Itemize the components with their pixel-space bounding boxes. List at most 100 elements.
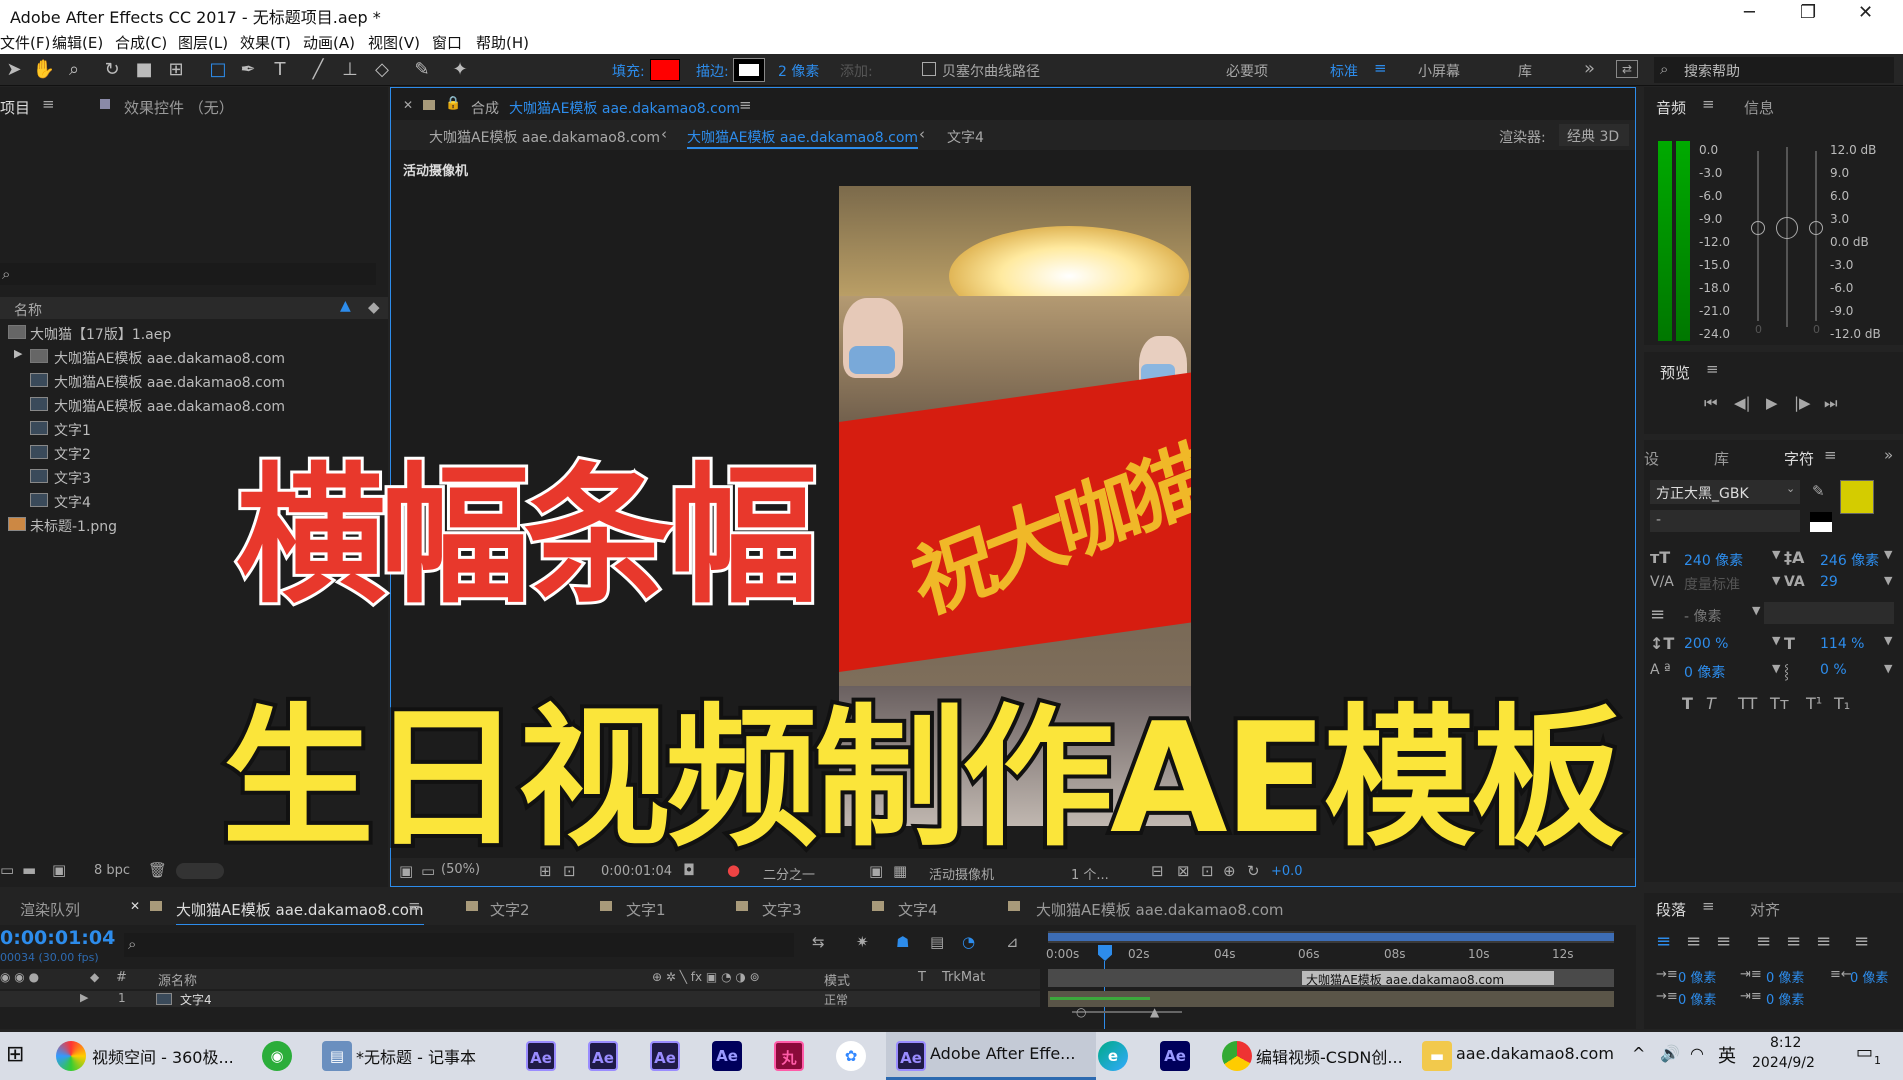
preview-menu-icon[interactable]: ≡: [1706, 360, 1719, 378]
menu-window[interactable]: 窗口: [432, 32, 462, 53]
eyedropper-icon[interactable]: ✎: [1812, 482, 1825, 500]
superscript-button[interactable]: T¹: [1806, 694, 1822, 713]
horizontal-scale-value[interactable]: 114 %: [1820, 636, 1864, 652]
menu-file[interactable]: 文件(F): [0, 32, 50, 53]
bit-depth-label[interactable]: 8 bpc: [94, 863, 130, 878]
tracking-value[interactable]: 29: [1820, 574, 1838, 590]
taskbar-item-explorer[interactable]: aae.dakamao8.com: [1456, 1044, 1614, 1063]
minimize-button[interactable]: ─: [1744, 2, 1755, 23]
app-icon[interactable]: 丸: [774, 1041, 804, 1071]
folder-icon[interactable]: ▬: [1422, 1041, 1452, 1071]
project-item[interactable]: ▶ 大咖猫AE模板 aae.dakamao8.com: [0, 345, 360, 369]
type-tool-icon[interactable]: T: [268, 58, 292, 82]
tab-audio[interactable]: 音频: [1656, 97, 1686, 118]
playhead-marker[interactable]: [1098, 945, 1112, 961]
leading-value[interactable]: 246 像素: [1820, 550, 1879, 570]
tab-preview[interactable]: 预览: [1660, 362, 1690, 383]
audio-menu-icon[interactable]: ≡: [1702, 95, 1715, 113]
justify-right-icon[interactable]: ≡: [1816, 931, 1831, 952]
tab-effect-controls[interactable]: 效果控件 （无）: [124, 97, 234, 118]
pen-tool-icon[interactable]: ✒: [236, 58, 260, 82]
workspace-small-screen[interactable]: 小屏幕: [1418, 61, 1460, 81]
layer-name[interactable]: 文字4: [180, 991, 212, 1008]
stroke-width-value[interactable]: - 像素: [1684, 606, 1722, 626]
tab-text4[interactable]: 文字4: [898, 899, 938, 920]
clone-stamp-tool-icon[interactable]: ⊥: [338, 58, 362, 82]
taskbar-item-notepad[interactable]: *无标题 - 记事本: [356, 1044, 476, 1068]
next-frame-icon[interactable]: |▶: [1794, 394, 1811, 412]
project-item[interactable]: 大咖猫AE模板 aae.dakamao8.com: [0, 393, 360, 417]
lock-icon[interactable]: 🔒: [445, 96, 461, 111]
last-frame-icon[interactable]: ⏭: [1824, 394, 1838, 412]
chevron-down-icon[interactable]: ▼: [1884, 634, 1892, 647]
crumb-item[interactable]: 大咖猫AE模板 aae.dakamao8.com: [429, 127, 660, 147]
volume-icon[interactable]: 🔊: [1660, 1044, 1680, 1063]
sync-icon[interactable]: ⇄: [1616, 60, 1638, 78]
after-effects-icon[interactable]: Ae: [588, 1041, 618, 1071]
timeline-search-input[interactable]: ⌕: [124, 933, 794, 957]
tab-text2[interactable]: 文字2: [490, 899, 530, 920]
tab-presets[interactable]: 设: [1644, 448, 1659, 469]
workspace-libraries[interactable]: 库: [1518, 61, 1532, 81]
puppet-pin-tool-icon[interactable]: ✦: [448, 58, 472, 82]
tab-render-queue[interactable]: 渲染队列: [20, 899, 80, 920]
layer-bar[interactable]: 大咖猫AE模板 aae.dakamao8.com: [1302, 971, 1554, 985]
frame-blending-icon[interactable]: ▤: [930, 933, 944, 951]
close-tab-icon[interactable]: ✕: [403, 98, 413, 112]
after-effects-icon[interactable]: Ae: [1160, 1041, 1190, 1071]
notification-icon[interactable]: ▭: [1856, 1042, 1873, 1063]
stroke-type-dropdown[interactable]: [1764, 602, 1894, 624]
subscript-button[interactable]: T₁: [1834, 694, 1850, 713]
chevron-down-icon[interactable]: ▼: [1884, 662, 1892, 675]
chevron-down-icon[interactable]: ▼: [1884, 574, 1892, 587]
menu-help[interactable]: 帮助(H): [476, 32, 529, 53]
chevron-down-icon[interactable]: ▼: [1752, 604, 1760, 617]
renderer-dropdown[interactable]: 经典 3D: [1559, 124, 1629, 146]
baseline-shift-value[interactable]: 0 像素: [1684, 662, 1725, 682]
crumb-item[interactable]: 文字4: [947, 127, 984, 147]
browser-360-icon[interactable]: [56, 1041, 86, 1071]
pan-behind-tool-icon[interactable]: ⊞: [164, 58, 188, 82]
after-effects-icon[interactable]: Ae: [650, 1041, 680, 1071]
timeline-menu-icon[interactable]: ≡: [408, 897, 421, 915]
zoom-tool-icon[interactable]: ⌕: [62, 58, 86, 82]
stroke-width-value[interactable]: 2 像素: [778, 61, 819, 81]
label-column-icon[interactable]: ◆: [368, 298, 380, 316]
ime-indicator[interactable]: 英: [1718, 1042, 1736, 1068]
selection-tool-icon[interactable]: ➤: [2, 58, 26, 82]
rotate-tool-icon[interactable]: ↻: [100, 58, 124, 82]
help-search-box[interactable]: ⌕ 搜索帮助: [1654, 57, 1894, 83]
audio-slider-knob-left[interactable]: [1751, 221, 1765, 235]
work-area-bar[interactable]: [1048, 931, 1614, 943]
after-effects-icon[interactable]: Ae: [712, 1041, 742, 1071]
font-style-dropdown[interactable]: -: [1650, 510, 1800, 532]
tab-character[interactable]: 字符: [1784, 448, 1814, 469]
layer-row[interactable]: ▶ 1 文字4 正常: [0, 991, 1040, 1007]
project-item[interactable]: 大咖猫【17版】1.aep: [0, 321, 360, 345]
more-workspaces-button[interactable]: »: [1584, 58, 1595, 79]
menu-view[interactable]: 视图(V): [368, 32, 420, 53]
after-effects-icon[interactable]: Ae: [526, 1041, 556, 1071]
interpret-footage-icon[interactable]: ▭: [0, 861, 14, 879]
source-name-header[interactable]: 源名称: [158, 970, 197, 989]
fill-stroke-mini-swatch[interactable]: [1810, 512, 1832, 532]
menu-animation[interactable]: 动画(A): [303, 32, 355, 53]
audio-slider-knob-right[interactable]: [1809, 221, 1823, 235]
menu-layer[interactable]: 图层(L): [178, 32, 228, 53]
fill-color-swatch[interactable]: [650, 59, 680, 81]
eraser-tool-icon[interactable]: ◇: [370, 58, 394, 82]
chrome-icon[interactable]: [1222, 1041, 1252, 1071]
notepad-icon[interactable]: ▤: [322, 1041, 352, 1071]
tab-text3[interactable]: 文字3: [762, 899, 802, 920]
expand-arrow-icon[interactable]: ▶: [80, 991, 88, 1004]
first-frame-icon[interactable]: ⏮: [1704, 394, 1718, 412]
clock-time[interactable]: 8:12: [1770, 1035, 1801, 1051]
wifi-icon[interactable]: ◠: [1690, 1044, 1704, 1063]
menu-edit[interactable]: 编辑(E): [52, 32, 103, 53]
tab-info[interactable]: 信息: [1744, 97, 1774, 118]
new-composition-icon[interactable]: ▣: [52, 861, 66, 879]
first-line-indent-value[interactable]: 0 像素: [1678, 989, 1716, 1008]
play-icon[interactable]: ▶: [1766, 394, 1778, 412]
justify-all-icon[interactable]: ≡: [1854, 931, 1869, 952]
tab-align[interactable]: 对齐: [1750, 899, 1780, 920]
